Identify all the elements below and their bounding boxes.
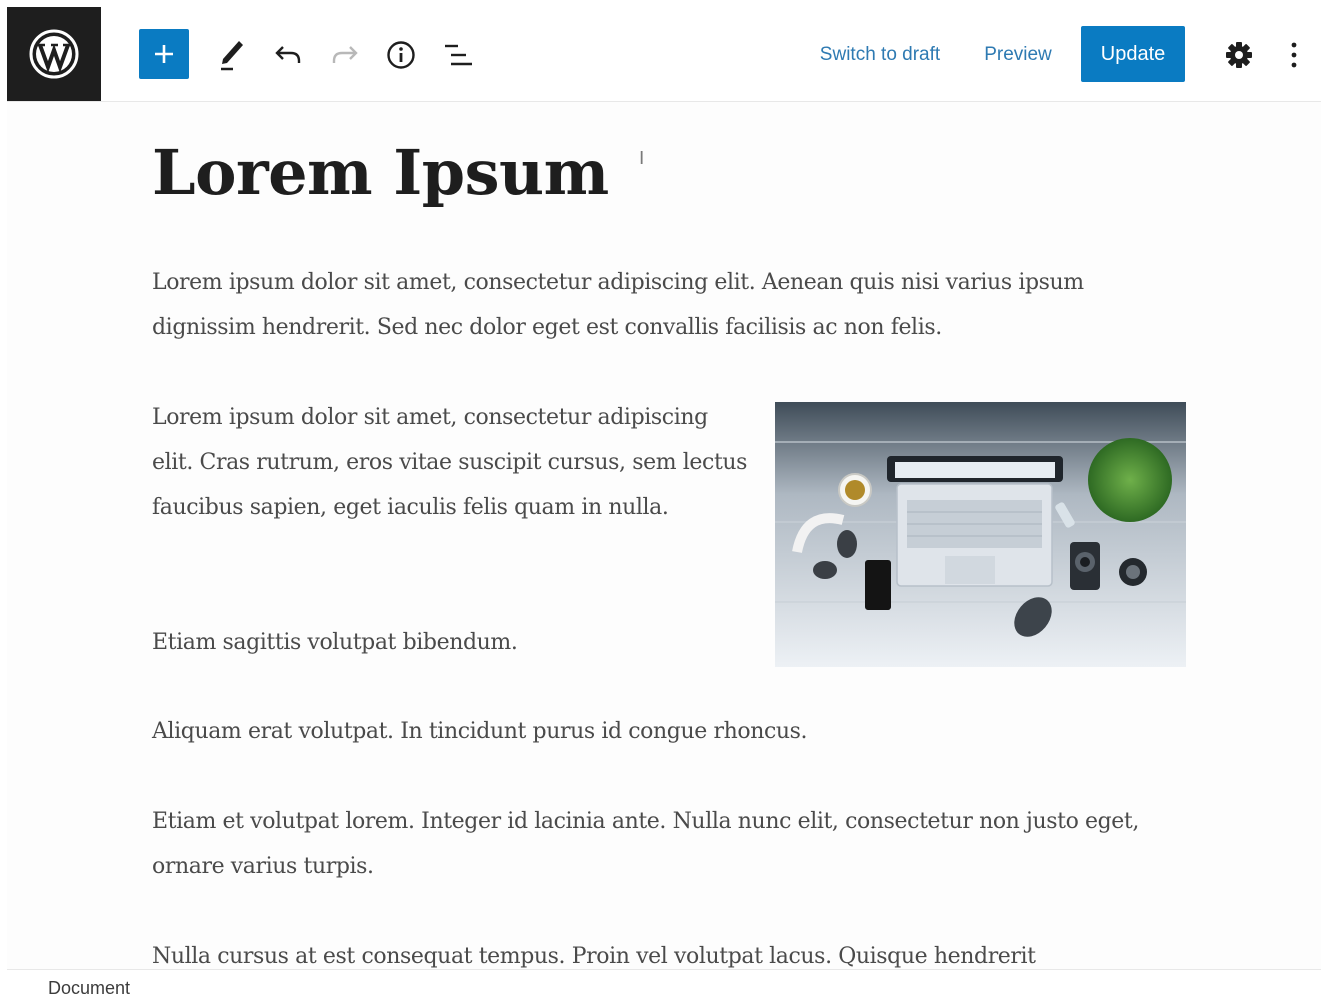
paragraph-block[interactable]: Nulla cursus at est consequat tempus. Pr… (152, 934, 1192, 968)
plus-icon (155, 45, 173, 63)
add-block-button[interactable] (139, 29, 189, 79)
editor-header: Switch to draft Preview Update (7, 7, 1321, 102)
switch-to-draft-button[interactable]: Switch to draft (813, 37, 947, 73)
undo-button[interactable] (268, 35, 308, 75)
post-title[interactable]: Lorem Ipsum (152, 136, 609, 209)
wordpress-logo-icon (29, 29, 79, 79)
paragraph-block[interactable]: Etiam sagittis volutpat bibendum. (152, 620, 752, 665)
pencil-icon (221, 41, 243, 71)
redo-button[interactable] (325, 35, 365, 75)
image-block[interactable] (775, 402, 1186, 667)
preview-button[interactable]: Preview (982, 37, 1054, 73)
desk-photo (775, 402, 1186, 667)
editor-footer: Document (7, 969, 1321, 1002)
gear-icon (1226, 42, 1252, 68)
breadcrumb-document[interactable]: Document (48, 978, 130, 999)
undo-icon (275, 46, 301, 63)
redo-icon (332, 46, 358, 63)
more-vertical-icon (1291, 42, 1297, 68)
editor-canvas: Lorem Ipsum I Lorem ipsum dolor sit amet… (7, 102, 1321, 968)
list-view-button[interactable] (438, 35, 478, 75)
settings-button[interactable] (1219, 35, 1259, 75)
details-button[interactable] (381, 35, 421, 75)
paragraph-block[interactable]: Lorem ipsum dolor sit amet, consectetur … (152, 260, 1152, 350)
text-cursor-icon: I (639, 148, 645, 169)
list-view-icon (445, 44, 472, 66)
paragraph-block[interactable]: Lorem ipsum dolor sit amet, consectetur … (152, 395, 752, 530)
wordpress-logo-button[interactable] (7, 7, 101, 101)
paragraph-block[interactable]: Aliquam erat volutpat. In tincidunt puru… (152, 709, 1192, 754)
tools-button[interactable] (211, 35, 251, 75)
editor-app: Switch to draft Preview Update Lorem Ips… (7, 7, 1321, 1002)
paragraph-block[interactable]: Etiam et volutpat lorem. Integer id laci… (152, 799, 1192, 889)
update-button[interactable]: Update (1081, 26, 1185, 82)
options-button[interactable] (1276, 35, 1312, 75)
info-icon (387, 41, 415, 69)
